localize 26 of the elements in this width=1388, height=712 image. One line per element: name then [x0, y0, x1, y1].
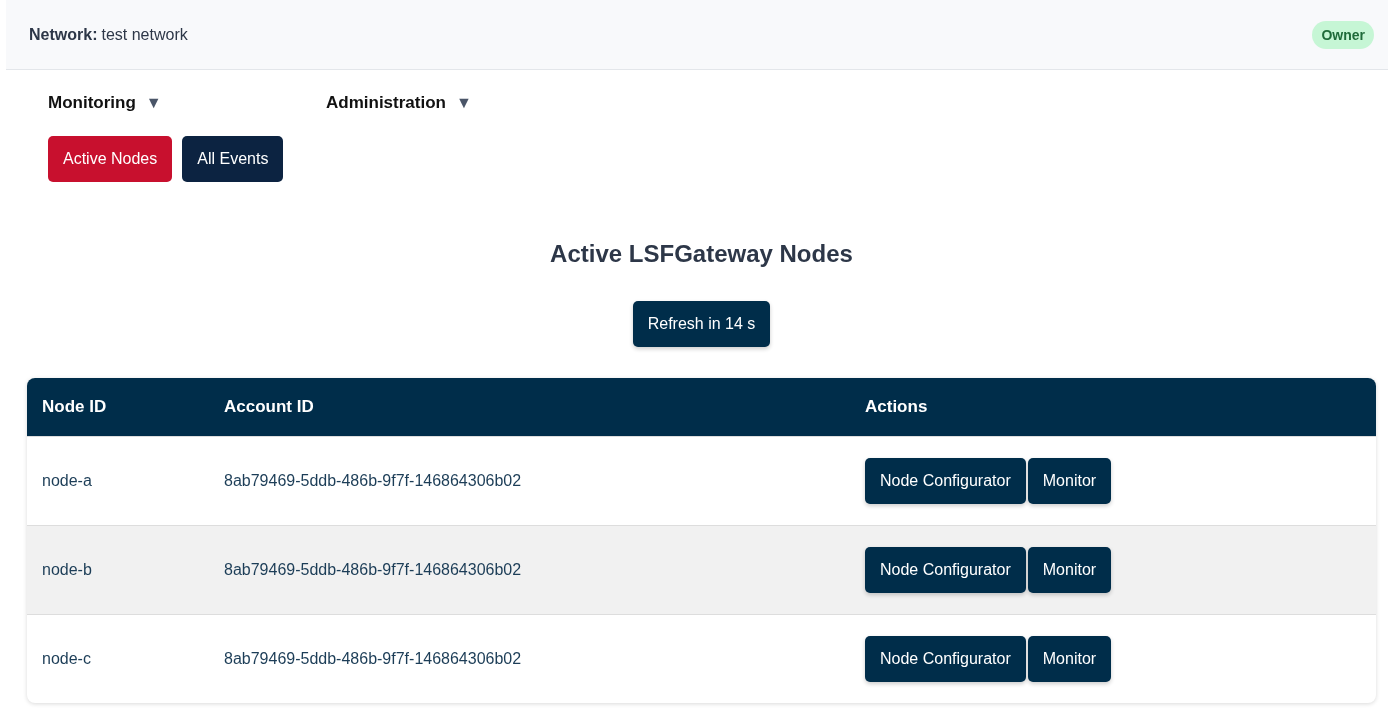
- tab[interactable]: Active Nodes: [48, 136, 173, 182]
- network-label: Network:: [29, 25, 98, 44]
- role-badge: Owner: [1312, 20, 1374, 49]
- account-id-cell: 8ab79469-5ddb-486b-9f7f-146864306b02: [224, 472, 522, 489]
- action-button[interactable]: Monitor: [1027, 547, 1112, 593]
- refresh-button[interactable]: Refresh in 14 s: [632, 301, 771, 347]
- node-id-cell: node-a: [42, 472, 92, 489]
- column-header: Actions: [865, 397, 928, 416]
- node-id-cell: node-b: [42, 561, 92, 578]
- network-name: test network: [101, 25, 188, 44]
- column-header: Node ID: [42, 397, 107, 416]
- account-id-cell: 8ab79469-5ddb-486b-9f7f-146864306b02: [224, 561, 522, 578]
- column-header: Account ID: [224, 397, 314, 416]
- action-button[interactable]: Node Configurator: [865, 458, 1026, 504]
- action-button[interactable]: Monitor: [1027, 458, 1112, 504]
- account-id-cell: 8ab79469-5ddb-486b-9f7f-146864306b02: [224, 650, 522, 667]
- menu-label[interactable]: Administration: [326, 93, 446, 113]
- caret-icon[interactable]: ▼: [455, 94, 472, 112]
- menu-label[interactable]: Monitoring: [48, 93, 136, 113]
- caret-icon[interactable]: ▼: [145, 94, 162, 112]
- action-button[interactable]: Node Configurator: [865, 547, 1026, 593]
- action-button[interactable]: Node Configurator: [865, 636, 1026, 682]
- action-button[interactable]: Monitor: [1027, 636, 1112, 682]
- node-id-cell: node-c: [42, 650, 91, 667]
- page-title: Active LSFGateway Nodes: [550, 240, 853, 268]
- tab[interactable]: All Events: [182, 136, 284, 182]
